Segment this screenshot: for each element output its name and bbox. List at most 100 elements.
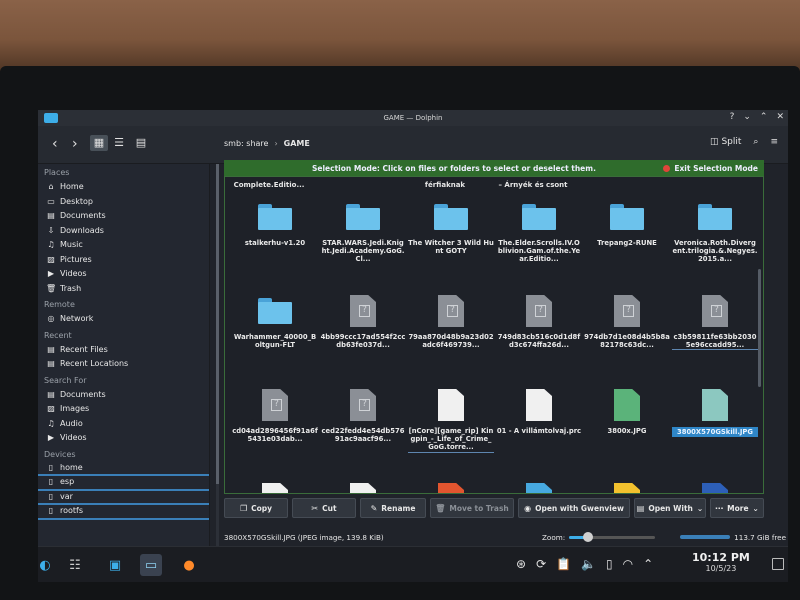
file-item[interactable]: 3800x.JPG [583, 383, 671, 469]
sidebar-item-home[interactable]: ⌂ Home [38, 180, 209, 195]
rename-button[interactable]: ✎ Rename [360, 498, 426, 518]
file-item[interactable]: Trepang2-RUNE [583, 195, 671, 281]
discover-store-icon[interactable]: ▣ [104, 554, 126, 576]
minimize-icon[interactable]: ⌄ [743, 112, 751, 122]
sidebar-item-esp[interactable]: ▯ esp [38, 476, 209, 491]
file-view-scrollbar[interactable] [758, 269, 761, 387]
steam-icon[interactable]: ⊛ [516, 557, 526, 571]
open-with-gwenview-button[interactable]: ◉ Open with Gwenview [518, 498, 630, 518]
dolphin-taskbar-icon[interactable]: ▭ [140, 554, 162, 576]
file-item[interactable]: c3b59811fe63bb20305e96ccadd95... [671, 289, 759, 375]
sidebar-item-downloads[interactable]: ⇩ Downloads [38, 224, 209, 239]
file-item[interactable]: Böszörményi [495, 477, 583, 493]
file-item[interactable]: 749d83cb516c0d1d8fd3c674ffa26d... [495, 289, 583, 375]
show-desktop-icon[interactable] [772, 558, 784, 570]
file-item[interactable]: [nCore][game_rip] Kingpin_-_Life_of_Crim… [407, 383, 495, 469]
forward-button[interactable]: › [72, 136, 78, 152]
file-item[interactable]: adress.txt [319, 477, 407, 493]
sidebar-item-audio[interactable]: ♫ Audio [38, 417, 209, 432]
file-item[interactable]: Chuck Palahniuk - [671, 477, 759, 493]
sidebar-item-network[interactable]: ◎ Network [38, 312, 209, 327]
file-item[interactable]: 79aa870d48b9a23d02adc6f469739... [407, 289, 495, 375]
details-view-icon[interactable]: ▤ [132, 135, 150, 151]
system-settings-icon[interactable]: ☷ [64, 554, 86, 576]
drive-icon: ▯ [48, 462, 54, 472]
sidebar-item-trash[interactable]: 🗑 Trash [38, 282, 209, 297]
folder-icon [607, 197, 647, 237]
file-item[interactable]: The.Elder.Scrolls.IV.Oblivion.Gam.of.the… [495, 195, 583, 281]
battery-icon[interactable]: ▯ [606, 557, 613, 571]
file-item[interactable]: Warhammer_40000_Boltgun-FLT [231, 289, 319, 375]
file-item[interactable]: 4bb99ccc17ad554f2ccdb63fe037d... [319, 289, 407, 375]
copy-button[interactable]: ❐ Copy [224, 498, 288, 518]
split-button[interactable]: ◫ Split [710, 137, 741, 147]
network-icon: ◎ [47, 314, 55, 323]
zoom-slider[interactable] [569, 531, 656, 542]
partial-row-labels: Complete.Editio... férfiaknak – Árnyék és … [225, 181, 763, 189]
sidebar-item-images[interactable]: ▨ Images [38, 402, 209, 417]
wifi-icon[interactable]: ◠ [623, 557, 633, 571]
sidebar-item-music[interactable]: ♫ Music [38, 238, 209, 253]
action-label: Copy [251, 503, 273, 513]
breadcrumb-current[interactable]: GAME [284, 139, 310, 148]
more-button[interactable]: ⋯ More ⌄ [710, 498, 764, 518]
sidebar-item-desktop[interactable]: ▭ Desktop [38, 195, 209, 210]
zoom-slider-handle[interactable] [583, 531, 594, 542]
compact-view-icon[interactable]: ☰ [110, 135, 128, 151]
document-shape [262, 483, 288, 493]
file-item[interactable]: The Witcher 3 Wild Hunt GOTY [407, 195, 495, 281]
sidebar-item-videos[interactable]: ▶ Videos [38, 267, 209, 282]
sidebar-item-documents[interactable]: ▤ Documents [38, 209, 209, 224]
menu-icon[interactable]: ≡ [770, 137, 778, 147]
file-item[interactable]: 01 - A villámtolvaj.prc [495, 383, 583, 469]
file-item[interactable]: Veronica.Roth.Divergent.trilogia.&.Negye… [671, 195, 759, 281]
sidebar-item-recent-locations[interactable]: ▤ Recent Locations [38, 357, 209, 372]
document-shape [702, 389, 728, 421]
file-view[interactable]: Complete.Editio... férfiaknak – Árnyék és … [224, 176, 764, 494]
document-shape [262, 389, 288, 421]
file-item[interactable]: ced22fedd4e54db57691ac9aacf96... [319, 383, 407, 469]
folder-body [610, 208, 644, 230]
back-button[interactable]: ‹ [52, 136, 58, 152]
file-item[interactable]: stalkerhu-v1.20 [231, 195, 319, 281]
volume-icon[interactable]: 🔈 [581, 557, 596, 571]
action-label: Cut [322, 503, 337, 513]
keep-above-icon[interactable]: ? [730, 112, 735, 122]
file-item[interactable]: STAR.WARS.Jedi.Knight.Jedi.Academy.GoG.C… [319, 195, 407, 281]
icons-view-icon[interactable]: ▦ [90, 135, 108, 151]
search-icon[interactable]: ⌕ [753, 137, 758, 147]
breadcrumb-share[interactable]: smb: share [224, 139, 268, 148]
sidebar-item-label: Home [60, 182, 84, 191]
sidebar-item-home[interactable]: ▯ home [38, 462, 209, 476]
maximize-icon[interactable]: ⌃ [760, 112, 768, 122]
sidebar-item-documents[interactable]: ▤ Documents [38, 388, 209, 403]
sidebar-scrollbar[interactable] [216, 164, 219, 548]
clock[interactable]: 10:12 PM 10/5/23 [692, 551, 750, 573]
sidebar-item-label: Recent Files [60, 344, 108, 354]
drive-icon: ▯ [48, 477, 54, 486]
sidebar-item-recent-files[interactable]: ▤ Recent Files [38, 343, 209, 358]
file-item[interactable]: cd04ad2896456f91a6f5431e03dab... [231, 383, 319, 469]
selection-action-bar: ❐ Copy ✂ Cut ✎ Rename 🗑 Move to Trash ◉ Open with… [224, 498, 784, 520]
expand-tray-icon[interactable]: ⌃ [643, 557, 653, 571]
sidebar-item-var[interactable]: ▯ var [38, 491, 209, 505]
file-item[interactable]: Bolya Zoltán - [407, 477, 495, 493]
sidebar-item-pictures[interactable]: ▨ Pictures [38, 253, 209, 268]
exit-selection-mode-button[interactable]: Exit Selection Mode [663, 164, 758, 173]
sidebar-item-videos[interactable]: ▶ Videos [38, 431, 209, 446]
firefox-icon[interactable]: ● [178, 554, 200, 576]
file-item[interactable]: Chuck Palahniuk - [583, 477, 671, 493]
app-launcher-icon[interactable]: ◐ [38, 554, 56, 576]
open-with-button[interactable]: ▤ Open With ⌄ [634, 498, 706, 518]
partial-file-label [577, 181, 665, 189]
file-item[interactable]: 974db7d1e08d4b5b8a82178c63dc... [583, 289, 671, 375]
close-icon[interactable]: ✕ [776, 112, 784, 122]
file-item[interactable]: 3800X570GSkill.JPG [671, 383, 759, 469]
clipboard-icon[interactable]: 📋 [556, 557, 571, 571]
sidebar-item-rootfs[interactable]: ▯ rootfs [38, 505, 209, 520]
file-icon [695, 385, 735, 425]
sidebar-scroll-thumb[interactable] [216, 164, 219, 484]
update-icon[interactable]: ⟳ [536, 557, 546, 571]
cut-button[interactable]: ✂ Cut [292, 498, 356, 518]
file-item[interactable]: 1471505_2021.10... [231, 477, 319, 493]
